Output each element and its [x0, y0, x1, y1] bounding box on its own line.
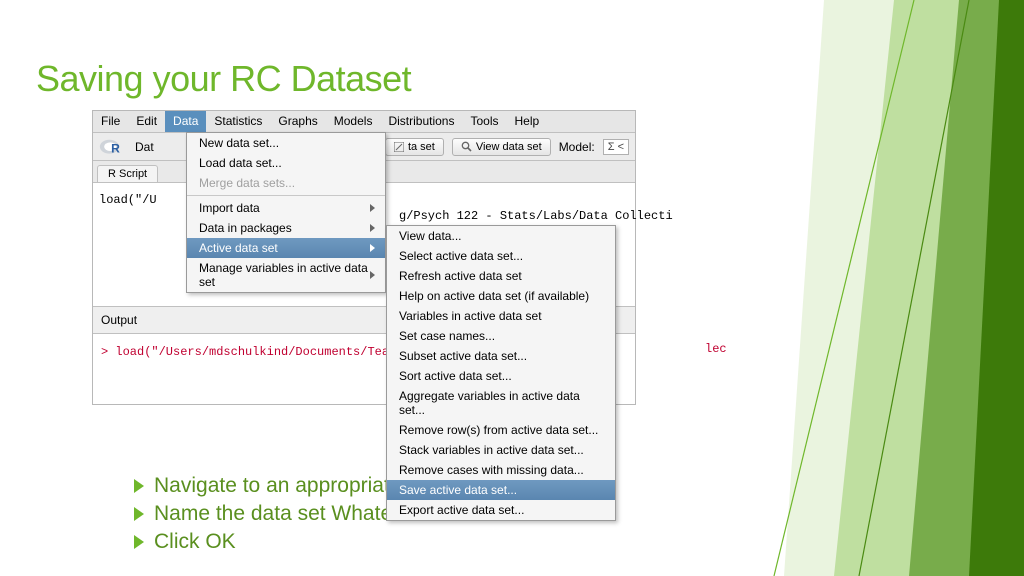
menu-distributions[interactable]: Distributions	[380, 111, 462, 132]
submenu-item-label: Help on active data set (if available)	[399, 289, 589, 303]
model-label: Model:	[559, 140, 595, 154]
submenu-item-save-active-data-set[interactable]: Save active data set...	[387, 480, 615, 500]
menu-file[interactable]: File	[93, 111, 128, 132]
toolbar-dataset-label: Dat	[135, 140, 154, 154]
menu-data[interactable]: Data	[165, 111, 206, 132]
submenu-item-label: Stack variables in active data set...	[399, 443, 584, 457]
submenu-item-sort-active-data-set[interactable]: Sort active data set...	[387, 366, 615, 386]
menu-item-label: Import data	[199, 201, 260, 215]
menu-item-data-in-packages[interactable]: Data in packages	[187, 218, 385, 238]
menu-item-label: Merge data sets...	[199, 176, 295, 190]
chevron-right-icon	[370, 224, 375, 232]
submenu-item-help-on-active-data-set-if-available[interactable]: Help on active data set (if available)	[387, 286, 615, 306]
output-line-tail: lec	[705, 342, 727, 356]
menu-item-active-data-set[interactable]: Active data set	[187, 238, 385, 258]
edit-dataset-label-fragment: ta set	[408, 141, 435, 153]
menu-bar: FileEditDataStatisticsGraphsModelsDistri…	[93, 111, 635, 133]
output-line: > load("/Users/mdschulkind/Documents/Tea…	[101, 345, 396, 359]
edit-icon	[394, 142, 404, 152]
menu-models[interactable]: Models	[326, 111, 381, 132]
submenu-item-subset-active-data-set[interactable]: Subset active data set...	[387, 346, 615, 366]
bullet-row: Click OK	[134, 530, 505, 554]
submenu-item-label: Select active data set...	[399, 249, 523, 263]
submenu-item-view-data[interactable]: View data...	[387, 226, 615, 246]
submenu-item-aggregate-variables-in-active-data-set[interactable]: Aggregate variables in active data set..…	[387, 386, 615, 420]
view-dataset-label: View data set	[476, 141, 542, 153]
svg-text:R: R	[111, 142, 120, 156]
submenu-item-label: View data...	[399, 229, 461, 243]
menu-item-merge-data-sets: Merge data sets...	[187, 173, 385, 193]
menu-separator	[187, 195, 385, 196]
menu-statistics[interactable]: Statistics	[206, 111, 270, 132]
menu-item-new-data-set[interactable]: New data set...	[187, 133, 385, 153]
decorative-triangles	[764, 0, 1024, 576]
submenu-item-export-active-data-set[interactable]: Export active data set...	[387, 500, 615, 520]
menu-item-label: Load data set...	[199, 156, 282, 170]
bullet-triangle-icon	[134, 479, 144, 493]
menu-tools[interactable]: Tools	[462, 111, 506, 132]
submenu-item-label: Export active data set...	[399, 503, 524, 517]
bullet-triangle-icon	[134, 535, 144, 549]
menu-item-import-data[interactable]: Import data	[187, 198, 385, 218]
chevron-right-icon	[370, 244, 375, 252]
edit-dataset-button[interactable]: ta set	[385, 138, 444, 156]
chevron-right-icon	[370, 204, 375, 212]
menu-item-label: Active data set	[199, 241, 278, 255]
submenu-item-variables-in-active-data-set[interactable]: Variables in active data set	[387, 306, 615, 326]
submenu-item-label: Subset active data set...	[399, 349, 527, 363]
submenu-item-stack-variables-in-active-data-set[interactable]: Stack variables in active data set...	[387, 440, 615, 460]
menu-item-label: Data in packages	[199, 221, 292, 235]
submenu-item-label: Sort active data set...	[399, 369, 512, 383]
script-text-left: load("/U	[99, 193, 157, 207]
menu-graphs[interactable]: Graphs	[270, 111, 325, 132]
submenu-item-label: Aggregate variables in active data set..…	[399, 389, 605, 417]
bullet-triangle-icon	[134, 507, 144, 521]
submenu-item-label: Remove row(s) from active data set...	[399, 423, 598, 437]
submenu-item-label: Variables in active data set	[399, 309, 542, 323]
slide-title: Saving your RC Dataset	[36, 58, 411, 100]
submenu-item-select-active-data-set[interactable]: Select active data set...	[387, 246, 615, 266]
submenu-item-label: Remove cases with missing data...	[399, 463, 584, 477]
chevron-right-icon	[370, 271, 375, 279]
r-logo-icon: R	[99, 138, 125, 156]
submenu-item-remove-cases-with-missing-data[interactable]: Remove cases with missing data...	[387, 460, 615, 480]
model-value-box[interactable]: Σ <	[603, 139, 629, 155]
menu-edit[interactable]: Edit	[128, 111, 165, 132]
script-text-right: g/Psych 122 - Stats/Labs/Data Collecti	[399, 209, 673, 223]
submenu-item-label: Save active data set...	[399, 483, 517, 497]
active-dataset-submenu: View data... Select active data set... Ref…	[386, 225, 616, 521]
menu-item-manage-variables-in-active-data-set[interactable]: Manage variables in active data set	[187, 258, 385, 292]
menu-item-label: Manage variables in active data set	[199, 261, 370, 289]
submenu-item-remove-row-s-from-active-data-set[interactable]: Remove row(s) from active data set...	[387, 420, 615, 440]
data-menu-dropdown: New data set... Load data set... Merge dat…	[186, 132, 386, 293]
menu-item-label: New data set...	[199, 136, 279, 150]
menu-item-load-data-set[interactable]: Load data set...	[187, 153, 385, 173]
view-dataset-button[interactable]: View data set	[452, 138, 551, 156]
submenu-item-label: Set case names...	[399, 329, 495, 343]
submenu-item-set-case-names[interactable]: Set case names...	[387, 326, 615, 346]
tab-r-script[interactable]: R Script	[97, 165, 158, 182]
submenu-item-refresh-active-data-set[interactable]: Refresh active data set	[387, 266, 615, 286]
submenu-item-label: Refresh active data set	[399, 269, 522, 283]
menu-help[interactable]: Help	[507, 111, 548, 132]
bullet-text: Click OK	[154, 530, 236, 554]
magnifier-icon	[461, 141, 472, 152]
